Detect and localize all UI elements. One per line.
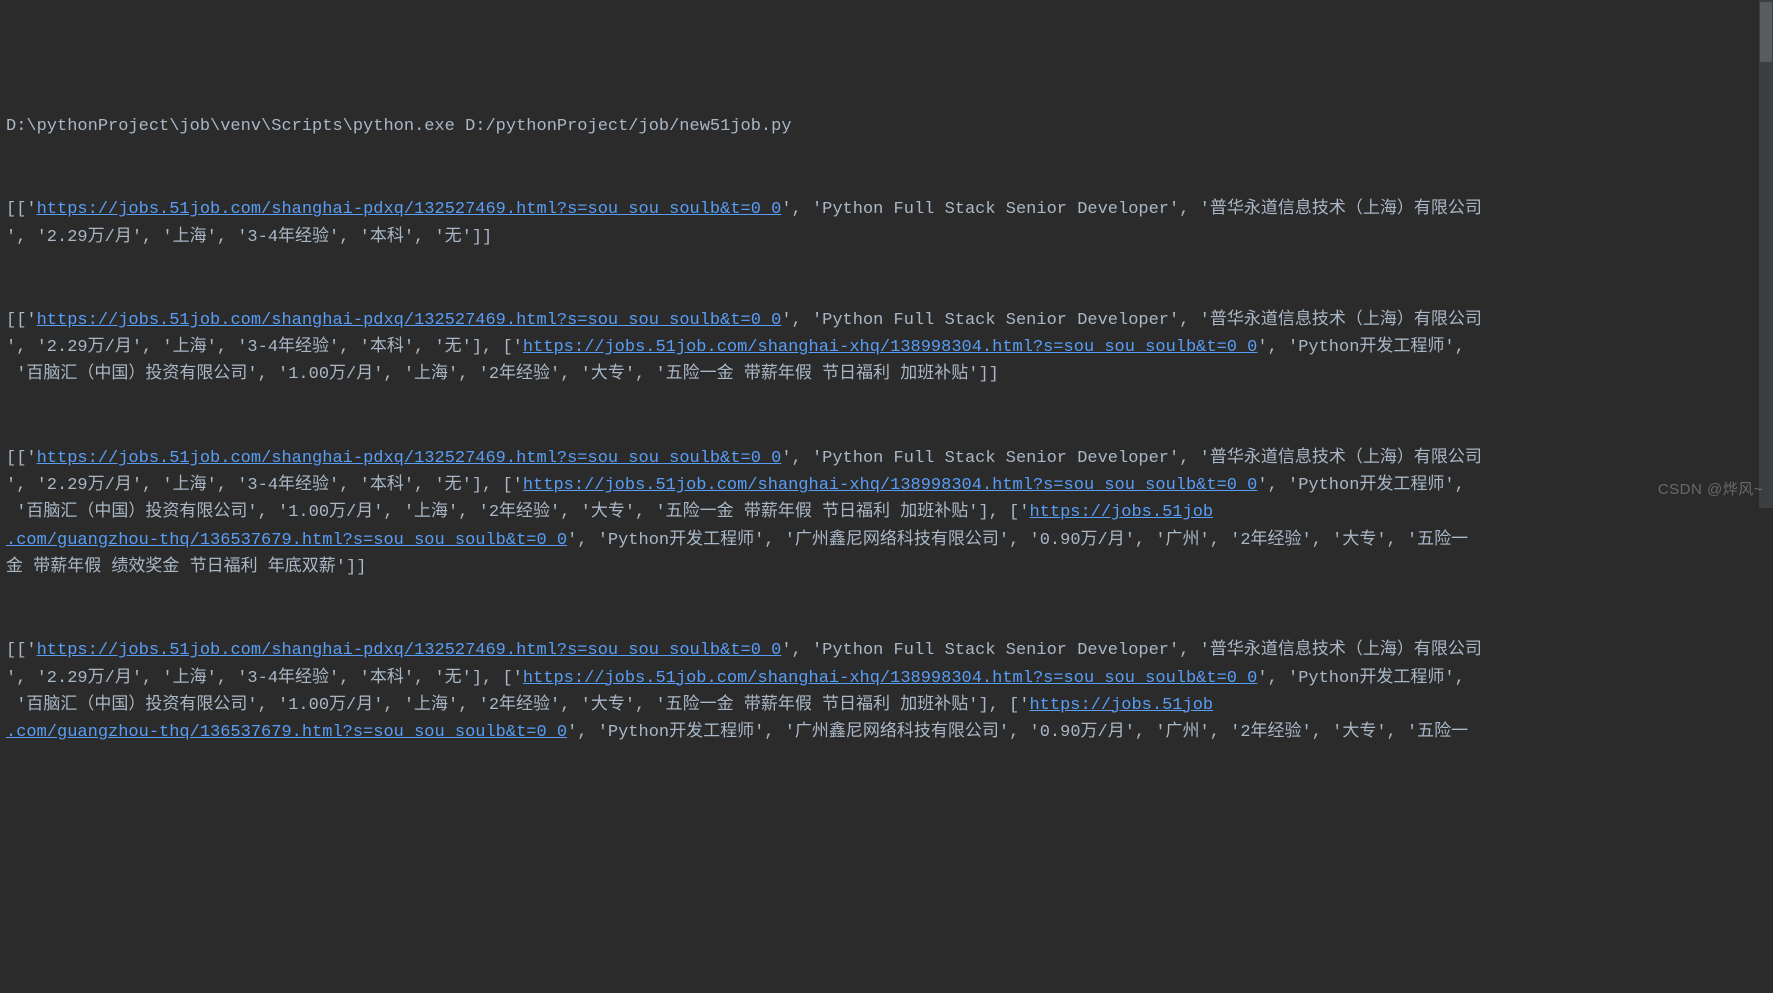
- watermark: CSDN @烨风~: [1658, 478, 1763, 502]
- job-fields-cont: 金 带薪年假 绩效奖金 节日福利 年底双薪']]: [6, 558, 366, 577]
- job-url: https://jobs.51job.com/shanghai-pdxq/132…: [37, 449, 782, 468]
- output-block-4: [['https://jobs.51job.com/shanghai-pdxq/…: [6, 637, 1767, 746]
- bracket-open: [[': [6, 641, 37, 660]
- output-block-2: [['https://jobs.51job.com/shanghai-pdxq/…: [6, 307, 1767, 389]
- job-fields: ', 'Python Full Stack Senior Developer',…: [781, 641, 1481, 660]
- bracket-open: [[': [6, 200, 37, 219]
- job-url: https://jobs.51job: [1029, 696, 1213, 715]
- output-block-1: [['https://jobs.51job.com/shanghai-pdxq/…: [6, 196, 1767, 250]
- job-url-wrap: .com/guangzhou-thq/136537679.html?s=sou_…: [6, 531, 567, 550]
- job-fields: ', 'Python开发工程师', '广州鑫尼网络科技有限公司', '0.90万…: [567, 531, 1468, 550]
- job-url-wrap: .com/guangzhou-thq/136537679.html?s=sou_…: [6, 723, 567, 742]
- bracket-open: [[': [6, 449, 37, 468]
- bracket-open: [[': [6, 311, 37, 330]
- scrollbar-thumb[interactable]: [1760, 2, 1772, 62]
- job-url: https://jobs.51job: [1029, 503, 1213, 522]
- job-fields-cont: '百脑汇（中国）投资有限公司', '1.00万/月', '上海', '2年经验'…: [6, 365, 999, 384]
- command-line: D:\pythonProject\job\venv\Scripts\python…: [6, 113, 1767, 140]
- job-fields: ', 'Python开发工程师',: [1257, 669, 1464, 688]
- job-fields-cont: '百脑汇（中国）投资有限公司', '1.00万/月', '上海', '2年经验'…: [6, 503, 1029, 522]
- job-fields: ', 'Python Full Stack Senior Developer',…: [781, 449, 1481, 468]
- job-url: https://jobs.51job.com/shanghai-pdxq/132…: [37, 641, 782, 660]
- job-fields: ', 'Python开发工程师',: [1257, 338, 1464, 357]
- job-fields-cont: ', '2.29万/月', '上海', '3-4年经验', '本科', '无']…: [6, 338, 523, 357]
- job-url: https://jobs.51job.com/shanghai-xhq/1389…: [523, 338, 1258, 357]
- job-fields-cont: ', '2.29万/月', '上海', '3-4年经验', '本科', '无']…: [6, 669, 523, 688]
- job-fields: ', 'Python Full Stack Senior Developer',…: [781, 311, 1481, 330]
- job-fields: ', 'Python开发工程师',: [1257, 476, 1464, 495]
- job-fields: ', 'Python Full Stack Senior Developer',…: [781, 200, 1481, 219]
- job-url: https://jobs.51job.com/shanghai-pdxq/132…: [37, 311, 782, 330]
- job-fields: ', 'Python开发工程师', '广州鑫尼网络科技有限公司', '0.90万…: [567, 723, 1468, 742]
- output-block-3: [['https://jobs.51job.com/shanghai-pdxq/…: [6, 445, 1767, 581]
- job-fields-cont: '百脑汇（中国）投资有限公司', '1.00万/月', '上海', '2年经验'…: [6, 696, 1029, 715]
- job-fields-cont: ', '2.29万/月', '上海', '3-4年经验', '本科', '无']…: [6, 476, 523, 495]
- job-url: https://jobs.51job.com/shanghai-xhq/1389…: [523, 476, 1258, 495]
- vertical-scrollbar[interactable]: [1759, 0, 1773, 508]
- job-fields-cont: ', '2.29万/月', '上海', '3-4年经验', '本科', '无']…: [6, 228, 492, 247]
- job-url: https://jobs.51job.com/shanghai-pdxq/132…: [37, 200, 782, 219]
- job-url: https://jobs.51job.com/shanghai-xhq/1389…: [523, 669, 1258, 688]
